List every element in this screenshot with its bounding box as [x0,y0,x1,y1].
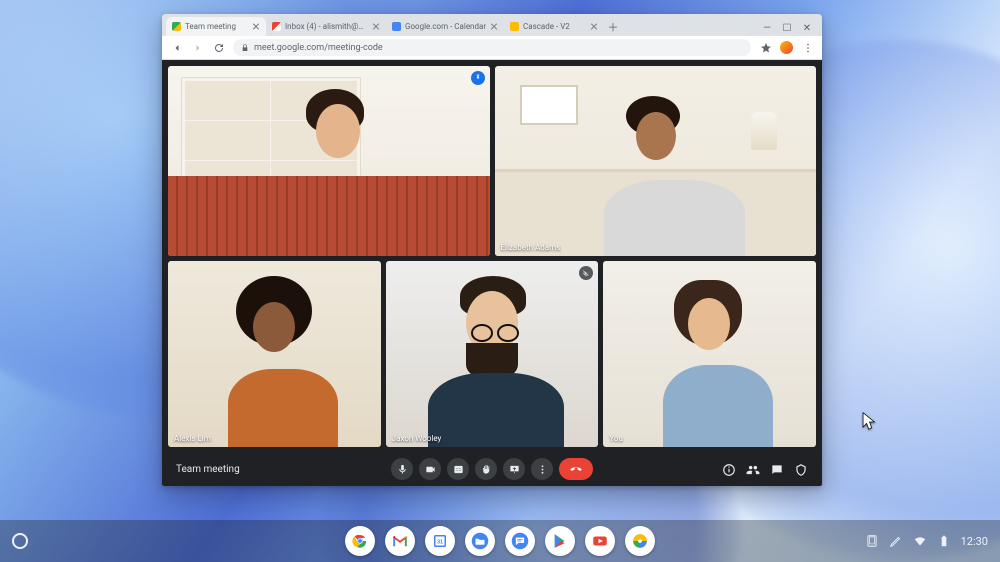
new-tab-button[interactable]: ＋ [604,18,622,36]
participant-tile[interactable]: Jaxon Wooley [168,66,490,256]
minimize-button[interactable]: — [762,23,772,33]
status-tray[interactable]: 12:30 [865,534,988,548]
forward-button[interactable] [191,41,204,54]
close-icon[interactable] [490,23,498,31]
participant-name: Alexis Lim [174,434,211,443]
bookmark-button[interactable] [759,41,772,54]
close-icon[interactable] [590,23,598,31]
participant-tile-self[interactable]: You [603,261,816,447]
profile-avatar[interactable] [780,41,793,54]
calendar-favicon [392,22,401,31]
participant-tile[interactable]: Alexis Lim [168,261,381,447]
lock-icon [241,44,249,52]
people-button[interactable] [746,462,760,476]
battery-icon [937,534,951,548]
shelf-apps: 31 [345,526,655,556]
address-bar[interactable]: meet.google.com/meeting-code [233,39,751,56]
participant-name: Jaxon Wooley [174,243,224,252]
launcher-button[interactable] [12,533,28,549]
mic-button[interactable] [391,458,413,480]
close-window-button[interactable]: ✕ [802,23,812,33]
tab-label: Team meeting [185,22,248,31]
tab-meet[interactable]: Team meeting [166,17,266,36]
url-text: meet.google.com/meeting-code [254,43,383,53]
reload-button[interactable] [212,41,225,54]
tab-label: Cascade - V2 [523,22,586,31]
app-calendar[interactable]: 31 [425,526,455,556]
svg-text:31: 31 [437,539,443,545]
meeting-details-button[interactable] [722,462,736,476]
wifi-icon [913,534,927,548]
tab-calendar[interactable]: Google.com - Calendar [386,17,504,36]
tab-strip: Team meeting Inbox (4) - alismith@gmail.… [162,14,822,36]
close-icon[interactable] [252,23,260,31]
activities-button[interactable] [794,462,808,476]
leave-call-button[interactable] [559,458,593,480]
gmail-favicon [272,22,281,31]
captions-button[interactable] [447,458,469,480]
meeting-title: Team meeting [176,464,240,475]
participant-name: Elizabeth Adams [501,243,561,252]
phone-hub-icon[interactable] [865,534,879,548]
chrome-menu-button[interactable] [801,41,814,54]
toolbar: meet.google.com/meeting-code [162,36,822,60]
tab-label: Google.com - Calendar [405,22,486,31]
app-messages[interactable] [505,526,535,556]
tab-label: Inbox (4) - alismith@gmail.com [285,22,368,31]
meet-favicon [172,22,181,31]
stylus-icon[interactable] [889,534,903,548]
app-photos[interactable] [625,526,655,556]
camera-button[interactable] [419,458,441,480]
maximize-button[interactable]: ☐ [782,23,792,33]
tab-cascade[interactable]: Cascade - V2 [504,17,604,36]
close-icon[interactable] [372,23,380,31]
present-button[interactable] [503,458,525,480]
shelf: 31 12:30 [0,520,1000,562]
raise-hand-button[interactable] [475,458,497,480]
app-gmail[interactable] [385,526,415,556]
back-button[interactable] [170,41,183,54]
clock: 12:30 [961,535,988,548]
participant-name: Jaxon Wooley [392,434,442,443]
app-play-store[interactable] [545,526,575,556]
tab-gmail[interactable]: Inbox (4) - alismith@gmail.com [266,17,386,36]
doc-favicon [510,22,519,31]
more-options-button[interactable] [531,458,553,480]
browser-window: Team meeting Inbox (4) - alismith@gmail.… [162,14,822,486]
participant-tile[interactable]: Jaxon Wooley [386,261,599,447]
app-chrome[interactable] [345,526,375,556]
app-youtube[interactable] [585,526,615,556]
pinned-icon [471,71,485,85]
app-files[interactable] [465,526,495,556]
chat-button[interactable] [770,462,784,476]
participant-tile[interactable]: Elizabeth Adams [495,66,817,256]
window-controls: — ☐ ✕ [762,23,818,36]
meet-controls: Team meeting [168,452,816,486]
mouse-cursor [862,412,877,432]
participant-name: You [609,434,623,443]
meet-app: Jaxon Wooley Elizabeth Adams Alexis Lim … [162,60,822,486]
